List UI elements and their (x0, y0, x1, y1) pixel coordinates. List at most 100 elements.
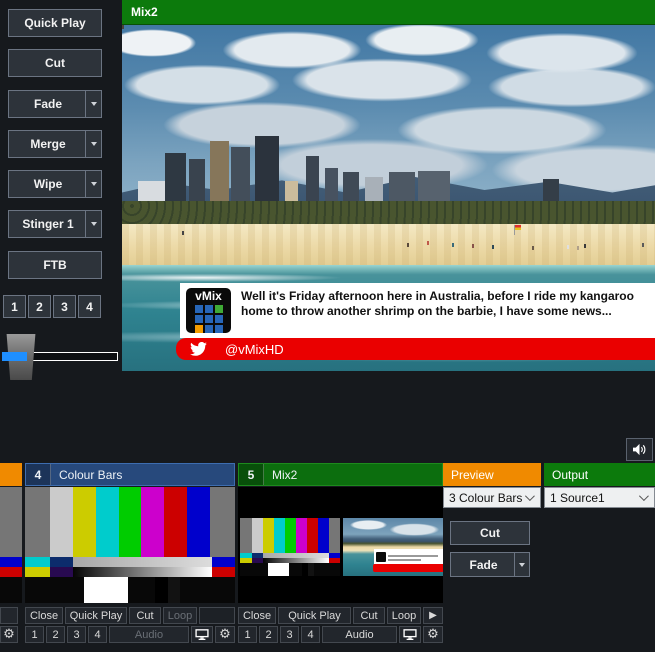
input-5-name: Mix2 (264, 468, 297, 482)
beachgoers (122, 25, 124, 29)
input-4-close-button[interactable]: Close (25, 607, 63, 624)
play-icon: ▶ (429, 611, 437, 621)
overlay-2-button[interactable]: 2 (28, 295, 51, 318)
input-4-thumbnail[interactable] (25, 487, 235, 603)
monitor-icon (195, 629, 209, 640)
ftb-button[interactable]: FTB (8, 251, 102, 279)
master-audio-button[interactable] (626, 438, 653, 461)
cut-button[interactable]: Cut (8, 49, 102, 77)
quick-play-button[interactable]: Quick Play (8, 9, 102, 37)
input-3-header[interactable] (0, 463, 22, 486)
input-4-name: Colour Bars (51, 468, 122, 482)
input-5: 5 Mix2 (238, 463, 443, 643)
chevron-down-icon (519, 563, 525, 567)
vmix-logo: vMix (186, 288, 231, 333)
input-5-quick-play-button[interactable]: Quick Play (278, 607, 351, 624)
input-3-settings-button[interactable]: ⚙ (0, 626, 18, 643)
twitter-bird-icon (190, 342, 207, 356)
stinger-dropdown-button[interactable] (85, 211, 101, 237)
ftb-label: FTB (9, 258, 101, 272)
input-5-number: 5 (239, 464, 264, 485)
input-4-fullscreen-button[interactable] (191, 626, 213, 643)
input-5-audio-button[interactable]: Audio (322, 626, 397, 643)
tbar-track (26, 352, 118, 361)
lifeguard-flag (514, 225, 515, 235)
preview-source-select[interactable]: 3 Colour Bars (443, 487, 541, 508)
input-4-overlay-3-button[interactable]: 3 (67, 626, 86, 643)
mini-tweet-overlay (374, 549, 443, 564)
gear-icon: ⚙ (427, 628, 439, 641)
stinger-button[interactable]: Stinger 1 (8, 210, 102, 238)
output-header: Output (544, 463, 655, 486)
fade-label: Fade (9, 97, 87, 111)
input-5-overlay-3-button[interactable]: 3 (280, 626, 299, 643)
overlay-3-button[interactable]: 3 (53, 295, 76, 318)
output-source-select[interactable]: 1 Source1 (544, 487, 655, 508)
empty-cell (199, 607, 235, 624)
tbar-position-indicator (2, 352, 27, 361)
program-title-bar: Mix2 (122, 0, 655, 25)
tweet-handle: @vMixHD (225, 342, 284, 357)
input-5-overlay-2-button[interactable]: 2 (259, 626, 278, 643)
chevron-down-icon (525, 491, 535, 501)
chevron-down-icon (91, 142, 97, 146)
quick-play-label: Quick Play (9, 16, 101, 30)
input-4-loop-button: Loop (163, 607, 197, 624)
input-4-header[interactable]: 4 Colour Bars (25, 463, 235, 486)
input-5-header[interactable]: 5 Mix2 (238, 463, 443, 486)
input-4-overlay-1-button[interactable]: 1 (25, 626, 44, 643)
input-4-audio-button: Audio (109, 626, 189, 643)
input-5-overlay-1-button[interactable]: 1 (238, 626, 257, 643)
stinger-label: Stinger 1 (9, 217, 87, 231)
mix-switcher-panel: Preview Output 3 Colour Bars 1 Source1 C… (443, 463, 655, 508)
input-3-thumbnail[interactable] (0, 487, 22, 603)
vmix-logo-text: vMix (195, 291, 222, 302)
mix-fade-button[interactable]: Fade (450, 552, 530, 577)
program-title: Mix2 (131, 5, 158, 19)
input-3-partial[interactable]: ⚙ (0, 463, 22, 643)
input-4-settings-button[interactable]: ⚙ (215, 626, 235, 643)
overlay-1-button[interactable]: 1 (3, 295, 26, 318)
wipe-dropdown-button[interactable] (85, 171, 101, 197)
mix-fade-dropdown-button[interactable] (514, 553, 529, 576)
chevron-down-icon (91, 222, 97, 226)
fade-dropdown-button[interactable] (85, 91, 101, 117)
gear-icon: ⚙ (3, 628, 15, 641)
program-video: vMix Well it's Friday afternoon here in … (122, 25, 655, 371)
input-4-number: 4 (26, 464, 51, 485)
cut-label: Cut (9, 56, 101, 70)
input-4-overlay-2-button[interactable]: 2 (46, 626, 65, 643)
input-4-cut-button[interactable]: Cut (129, 607, 161, 624)
input-5-play-button[interactable]: ▶ (423, 607, 443, 624)
colour-bars-pattern (25, 487, 235, 603)
vmix-window: Quick Play Cut Fade Merge Wipe Stinger 1… (0, 0, 655, 652)
wipe-button[interactable]: Wipe (8, 170, 102, 198)
merge-label: Merge (9, 137, 87, 151)
empty-cell (0, 607, 18, 624)
input-5-settings-button[interactable]: ⚙ (423, 626, 443, 643)
tweet-overlay: vMix Well it's Friday afternoon here in … (180, 283, 655, 338)
merge-button[interactable]: Merge (8, 130, 102, 158)
input-5-close-button[interactable]: Close (238, 607, 276, 624)
input-4-quick-play-button[interactable]: Quick Play (65, 607, 127, 624)
merge-dropdown-button[interactable] (85, 131, 101, 157)
input-5-overlay-4-button[interactable]: 4 (301, 626, 320, 643)
chevron-down-icon (639, 491, 649, 501)
speaker-icon (632, 443, 647, 456)
tweet-message: Well it's Friday afternoon here in Austr… (241, 288, 655, 319)
beach-sand (122, 224, 655, 267)
input-5-fullscreen-button[interactable] (399, 626, 421, 643)
fade-button[interactable]: Fade (8, 90, 102, 118)
input-5-cut-button[interactable]: Cut (353, 607, 385, 624)
input-5-thumbnail[interactable] (238, 487, 443, 603)
mix-output-pane (343, 518, 443, 577)
monitor-icon (403, 629, 417, 640)
city-skyline (122, 118, 655, 208)
overlay-4-button[interactable]: 4 (78, 295, 101, 318)
input-4: 4 Colour Bars (25, 463, 235, 643)
gear-icon: ⚙ (219, 628, 231, 641)
chevron-down-icon (91, 182, 97, 186)
mix-cut-button[interactable]: Cut (450, 521, 530, 545)
input-5-loop-button[interactable]: Loop (387, 607, 421, 624)
input-4-overlay-4-button[interactable]: 4 (88, 626, 107, 643)
